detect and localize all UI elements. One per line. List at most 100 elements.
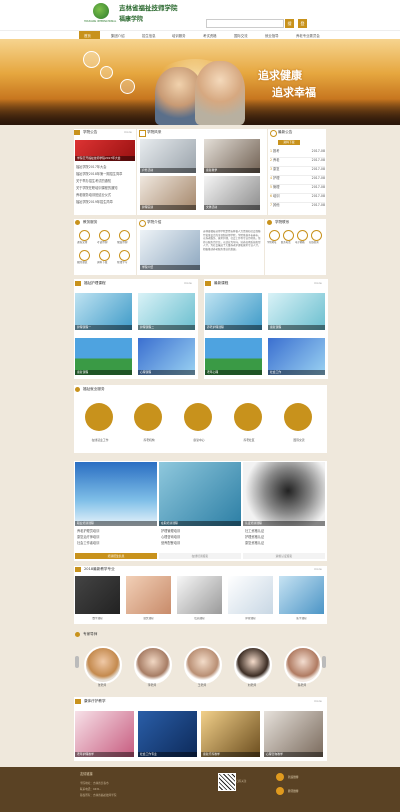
service-icon[interactable] — [79, 250, 90, 261]
nav-item-home[interactable]: 首页 — [84, 33, 91, 38]
teacher-avatar[interactable] — [184, 646, 222, 684]
nav-item-elderly-committee[interactable]: 养老专业委员会 — [296, 33, 320, 38]
course-card[interactable]: 康复课程 — [268, 293, 325, 330]
feature-label[interactable]: 养老机构 — [133, 438, 165, 442]
download-row[interactable]: 2 养老 2017-08 — [270, 158, 325, 167]
news-more-link[interactable]: more — [124, 130, 132, 134]
contact-label[interactable]: 电子邮箱 — [295, 241, 309, 245]
study-more[interactable]: more — [314, 699, 322, 703]
teacher-name[interactable]: 刘老师 — [234, 683, 270, 687]
feature-label[interactable]: 国际交流 — [283, 438, 315, 442]
qr-code-icon[interactable] — [218, 773, 236, 791]
teacher-avatar[interactable] — [234, 646, 272, 684]
teaching-thumb[interactable] — [126, 576, 171, 614]
service-icon[interactable] — [119, 250, 130, 261]
service-icon[interactable] — [99, 250, 110, 261]
course-card[interactable]: 老年心理 — [205, 338, 262, 375]
feature-label[interactable]: 康复中心 — [183, 438, 215, 442]
teacher-name[interactable]: 李老师 — [134, 683, 170, 687]
teaching-label[interactable]: 绘画课程 — [177, 617, 222, 621]
feature-building-icon[interactable] — [134, 403, 162, 431]
gallery-photo[interactable]: 户外活动 — [140, 139, 196, 173]
download-row[interactable]: 5 管理 2017-08 — [270, 185, 325, 194]
download-row[interactable]: 3 康复 2017-08 — [270, 167, 325, 176]
hero-banner[interactable]: 追求健康 追求幸福 — [0, 39, 400, 125]
news-item[interactable]: 关于学院在职培训课程的通知 — [76, 186, 136, 193]
teaching-thumb[interactable] — [177, 576, 222, 614]
weibo-icon[interactable] — [276, 773, 284, 781]
tencent-weibo-icon[interactable] — [276, 787, 284, 795]
service-label[interactable]: 成绩查询 — [117, 241, 133, 245]
teaching-label[interactable]: 语文课程 — [126, 617, 171, 621]
news-item[interactable]: 关于举办招生考试的通知 — [76, 179, 136, 186]
training-item[interactable]: 社会工作者培训 — [77, 541, 155, 547]
service-label[interactable]: 课程安排 — [77, 241, 93, 245]
login-button[interactable]: 登 — [298, 19, 307, 28]
teaching-thumb[interactable] — [279, 576, 324, 614]
teacher-name[interactable]: 张老师 — [84, 683, 120, 687]
logo-icon[interactable] — [93, 3, 109, 19]
service-label[interactable]: 资料下载 — [97, 261, 113, 265]
study-card[interactable]: 社会工作专业 — [138, 711, 197, 757]
intro-photo[interactable]: 学院介绍 — [140, 230, 200, 270]
nav-item-international[interactable]: 国际交流 — [234, 33, 248, 38]
feature-label[interactable]: 在线就业工作 — [84, 438, 116, 442]
contact-label[interactable]: 学院地址 — [267, 241, 281, 245]
search-button[interactable]: 搜 — [285, 19, 294, 28]
study-card[interactable]: 心理咨询教学 — [264, 711, 323, 757]
training-col-1[interactable]: 职业培训课程 — [75, 462, 157, 526]
teacher-name[interactable]: 陈老师 — [284, 683, 320, 687]
feature-document-icon[interactable] — [85, 403, 113, 431]
download-row[interactable]: 4 护理 2017-08 — [270, 176, 325, 185]
study-card[interactable]: 康复疗养教学 — [201, 711, 260, 757]
search-input[interactable] — [206, 19, 284, 28]
contact-label[interactable]: 联系电话 — [281, 241, 295, 245]
news-item[interactable]: 福祉学院2017年大会 — [76, 165, 136, 172]
contact-address-icon[interactable] — [269, 230, 280, 241]
download-row[interactable]: 6 培训 2017-08 — [270, 194, 325, 203]
downloads-tab[interactable]: 资料下载 — [278, 140, 300, 145]
teaching-label[interactable]: 护理课程 — [228, 617, 273, 621]
feature-office-icon[interactable] — [184, 403, 212, 431]
contact-label[interactable]: 在线咨询 — [309, 241, 323, 245]
training-tab-active[interactable]: 培训招生信息 — [75, 553, 157, 559]
nav-item-group[interactable]: 集团介绍 — [111, 33, 125, 38]
course-card[interactable]: 养老护理课程 — [205, 293, 262, 330]
service-icon[interactable] — [99, 230, 110, 241]
courses-left-more[interactable]: more — [184, 281, 192, 285]
gallery-photo[interactable]: 护理实训 — [140, 176, 196, 210]
carousel-next-icon[interactable] — [322, 656, 326, 668]
service-icon[interactable] — [79, 230, 90, 241]
nav-item-exam[interactable]: 考试资格 — [203, 33, 217, 38]
footer-link[interactable]: 腾讯微博 — [288, 789, 298, 793]
teacher-avatar[interactable] — [134, 646, 172, 684]
contact-email-icon[interactable] — [297, 230, 308, 241]
teacher-avatar[interactable] — [284, 646, 322, 684]
teaching-thumb[interactable] — [75, 576, 120, 614]
teacher-name[interactable]: 王老师 — [184, 683, 220, 687]
nav-item-career[interactable]: 就业指导 — [265, 33, 279, 38]
training-col-2[interactable]: 在职培训课程 — [159, 462, 241, 526]
course-card[interactable]: 康复课程 — [75, 338, 132, 375]
teaching-thumb[interactable] — [228, 576, 273, 614]
service-label[interactable]: 考试查询 — [97, 241, 113, 245]
service-label[interactable]: 我的课表 — [77, 261, 93, 265]
gallery-photo[interactable]: 文体活动 — [204, 176, 260, 210]
training-tab[interactable]: 在线培训报名 — [159, 553, 241, 559]
courses-right-more[interactable]: more — [314, 281, 322, 285]
course-card[interactable]: 护理课程一 — [75, 293, 132, 330]
nav-item-training[interactable]: 培训服务 — [172, 33, 186, 38]
teaching-label[interactable]: 数学课程 — [75, 617, 120, 621]
download-row[interactable]: 1 报考 2017-08 — [270, 149, 325, 158]
service-icon[interactable] — [119, 230, 130, 241]
teacher-avatar[interactable] — [84, 646, 122, 684]
news-item[interactable]: 养老服务培训班结业仪式 — [76, 193, 136, 200]
news-item[interactable]: 福祉学院2018年第一期招生简章 — [76, 172, 136, 179]
contact-chat-icon[interactable] — [311, 230, 322, 241]
carousel-prev-icon[interactable] — [75, 656, 79, 668]
news-item[interactable]: 福祉学院2019年招生简章 — [76, 200, 136, 207]
nav-item-admission[interactable]: 招生信息 — [142, 33, 156, 38]
feature-label[interactable]: 养老社区 — [233, 438, 265, 442]
contact-phone-icon[interactable] — [283, 230, 294, 241]
teaching-more[interactable]: more — [314, 567, 322, 571]
